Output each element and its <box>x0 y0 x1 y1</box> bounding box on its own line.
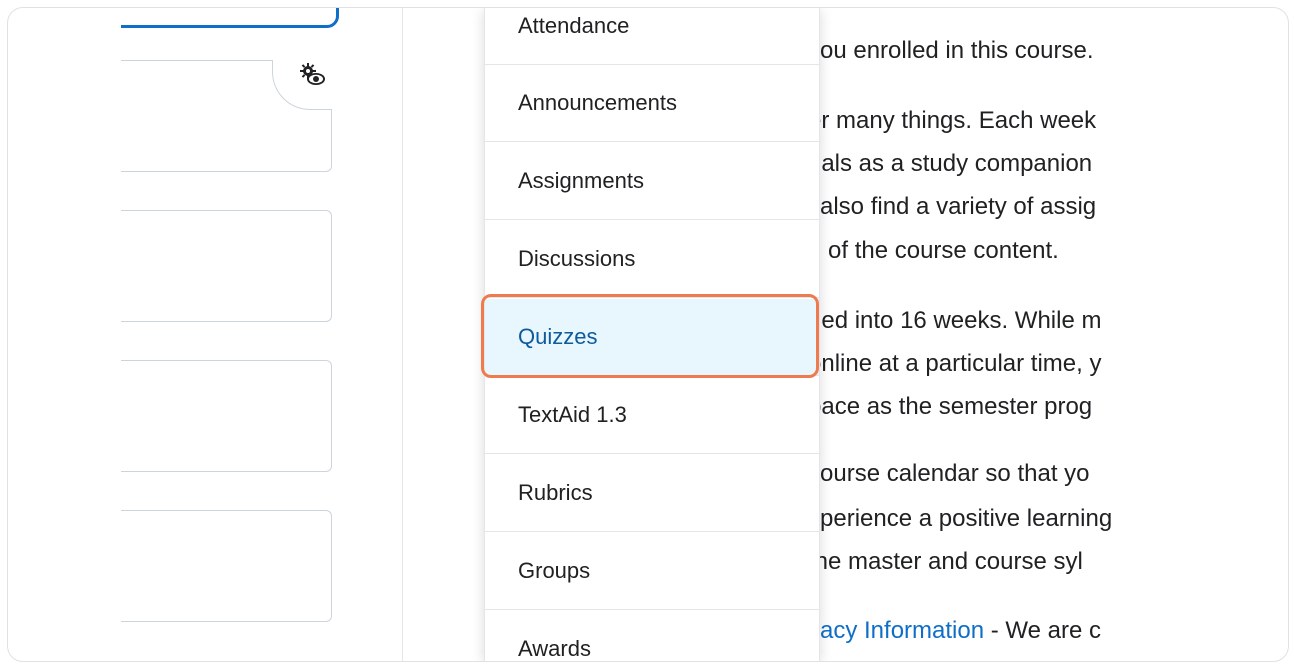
window-frame: you enrolled in this course. er many thi… <box>7 7 1289 662</box>
widget-card[interactable] <box>121 360 332 472</box>
content-line: ded into 16 weeks. While m <box>808 307 1102 334</box>
content-line: g of the course content. <box>808 237 1059 264</box>
privacy-suffix: - We are c <box>984 617 1101 644</box>
course-description: you enrolled in this course. er many thi… <box>808 8 1188 661</box>
content-line: l also find a variety of assig <box>808 193 1097 220</box>
menu-item-assignments[interactable]: Assignments <box>485 143 819 220</box>
widget-card[interactable] <box>121 210 332 322</box>
privacy-line: vacy Information - We are c <box>808 610 1101 652</box>
content-line: pace as the semester prog <box>808 393 1093 420</box>
menu-item-groups[interactable]: Groups <box>485 533 819 610</box>
content-line: online at a particular time, y <box>808 350 1102 377</box>
content-line: course calendar so that yo <box>808 460 1090 487</box>
content-line: er many things. Each week <box>808 107 1097 134</box>
menu-item-attendance[interactable]: Attendance <box>485 8 819 65</box>
menu-item-discussions[interactable]: Discussions <box>485 221 819 298</box>
selected-widget-border[interactable] <box>121 8 339 28</box>
widget-card[interactable] <box>121 510 332 622</box>
content-line: rials as a study companion <box>808 150 1093 177</box>
content-line: xperience a positive learning <box>808 505 1113 532</box>
menu-item-quizzes[interactable]: Quizzes <box>485 299 819 376</box>
content-line: the master and course syl <box>808 548 1083 575</box>
menu-item-awards[interactable]: Awards <box>485 611 819 661</box>
menu-item-textaid[interactable]: TextAid 1.3 <box>485 377 819 454</box>
gear-eye-icon[interactable] <box>299 62 327 88</box>
content-line: you enrolled in this course. <box>808 37 1094 64</box>
left-panel <box>121 8 508 661</box>
menu-item-rubrics[interactable]: Rubrics <box>485 455 819 532</box>
panel-divider <box>402 8 403 661</box>
course-tools-menu: Attendance Announcements Assignments Dis… <box>484 8 820 661</box>
menu-item-announcements[interactable]: Announcements <box>485 65 819 142</box>
privacy-link[interactable]: vacy Information <box>808 617 984 644</box>
